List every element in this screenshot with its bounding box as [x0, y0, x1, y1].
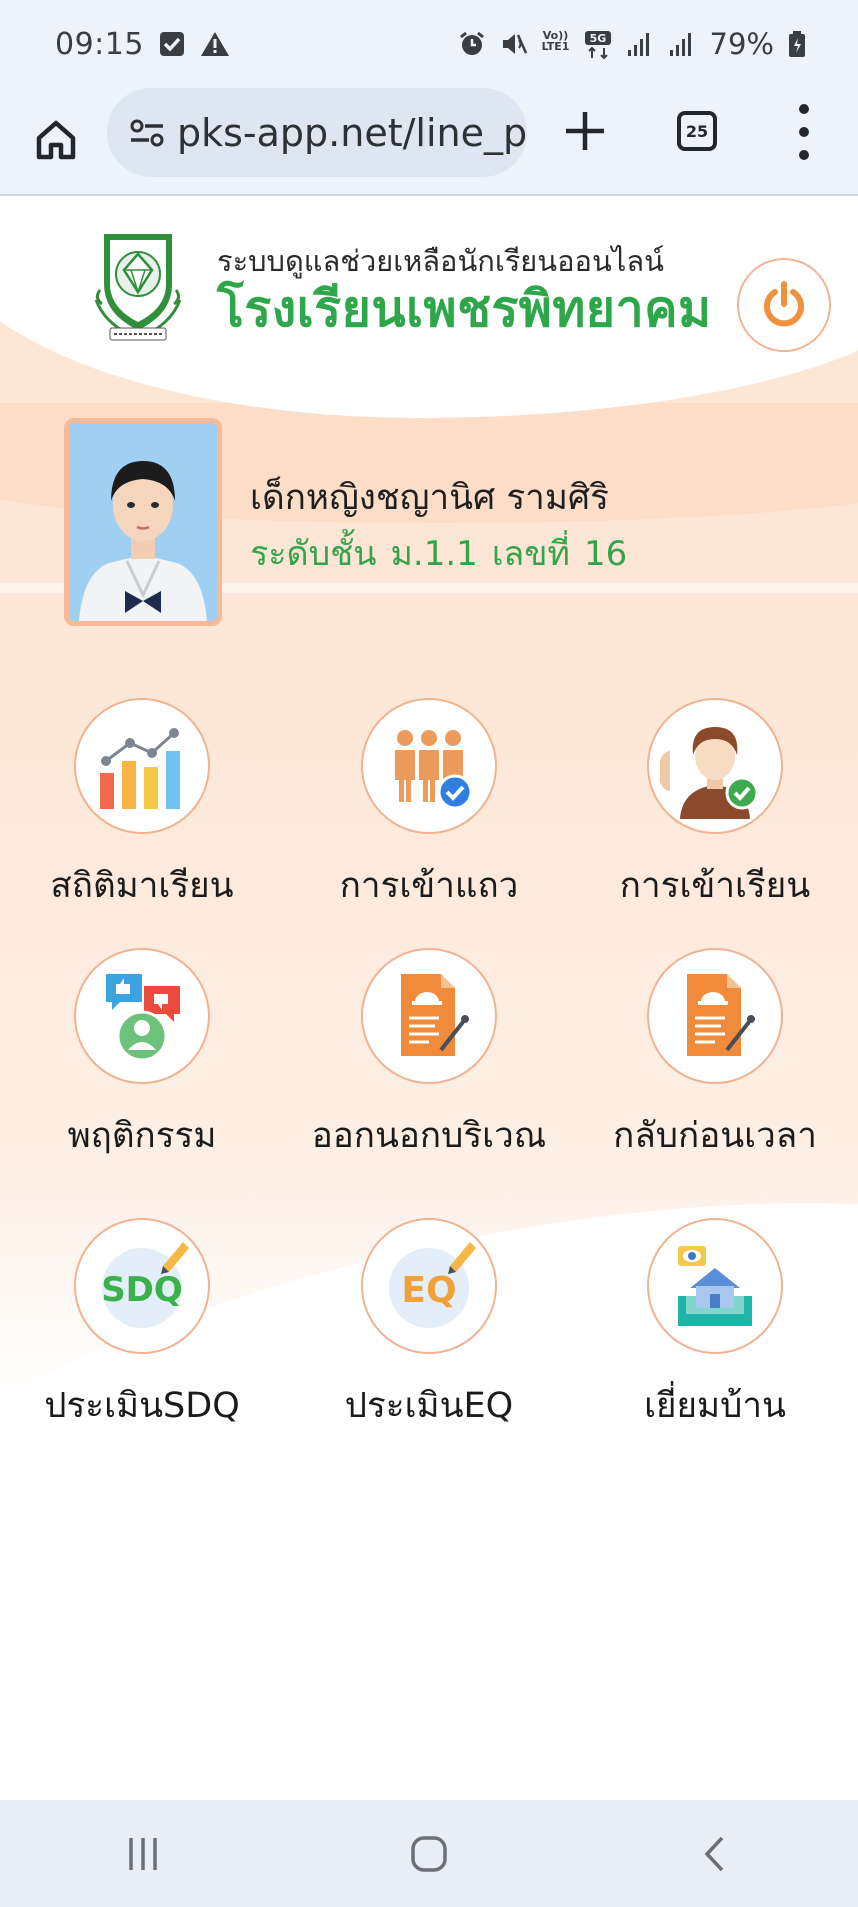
site-settings-icon[interactable]	[129, 118, 165, 148]
menu-sdq-assessment[interactable]: SDQ ประเมินSDQ	[2, 1218, 282, 1438]
url-text[interactable]: pks-app.net/line_p	[177, 111, 527, 155]
signal-icon-2	[668, 30, 696, 58]
attendance-icon	[660, 727, 759, 819]
school-name: โรงเรียนเพชรพิทยาคม	[217, 280, 712, 338]
sdq-icon-text: SDQ	[101, 1270, 183, 1310]
menu-label: ประเมินSDQ	[44, 1386, 240, 1426]
student-photo	[64, 418, 222, 626]
student-class-info: ระดับชั้น ม.1.1 เลขที่ 16	[250, 526, 627, 580]
url-bar[interactable]: pks-app.net/line_p	[107, 88, 527, 177]
background-swoosh	[0, 1099, 858, 1800]
battery-percent: 79%	[709, 27, 774, 61]
status-time: 09:15	[55, 26, 144, 62]
class-label: ระดับชั้น	[250, 534, 377, 574]
chart-icon	[100, 728, 180, 809]
warning-icon	[200, 30, 229, 58]
home-circle-icon	[411, 1835, 447, 1872]
status-bar: 09:15 Vo)) LTE1 5G 79%	[0, 0, 858, 88]
menu-eq-assessment-circle[interactable]: EQ	[361, 1218, 497, 1354]
behavior-icon	[106, 974, 180, 1062]
logout-button[interactable]	[737, 258, 831, 352]
alarm-icon	[458, 30, 486, 58]
back-icon	[704, 1836, 724, 1871]
browser-toolbar: pks-app.net/line_p 25	[0, 88, 858, 196]
home-nav-button[interactable]	[399, 1824, 459, 1884]
new-tab-button[interactable]	[560, 106, 610, 156]
menu-leave-campus-circle[interactable]	[361, 948, 497, 1084]
menu-label: พฤติกรรม	[67, 1116, 217, 1156]
mute-icon	[500, 30, 528, 58]
power-icon	[764, 281, 804, 327]
menu-label: ประเมินEQ	[344, 1386, 514, 1426]
menu-line-up-circle[interactable]	[361, 698, 497, 834]
menu-attendance-stats-circle[interactable]	[74, 698, 210, 834]
volte-icon: Vo)) LTE1	[541, 29, 570, 53]
menu-home-visit-circle[interactable]	[647, 1218, 783, 1354]
menu-behavior-circle[interactable]	[74, 948, 210, 1084]
checkbox-notification-icon	[158, 30, 186, 58]
sdq-icon: SDQ	[101, 1242, 189, 1328]
menu-class-attendance-circle[interactable]	[647, 698, 783, 834]
menu-label: เยี่ยมบ้าน	[644, 1386, 786, 1426]
number-label: เลขที่	[491, 534, 570, 574]
menu-home-visit[interactable]: เยี่ยมบ้าน	[575, 1218, 855, 1438]
line-up-icon	[395, 730, 473, 810]
battery-charging-icon	[788, 30, 806, 58]
eq-icon: EQ	[389, 1242, 476, 1328]
home-icon	[36, 120, 76, 160]
menu-sdq-assessment-circle[interactable]: SDQ	[74, 1218, 210, 1354]
tab-switcher-button[interactable]: 25	[677, 111, 717, 151]
menu-label: การเข้าแถว	[339, 866, 519, 906]
recent-apps-icon	[129, 1837, 157, 1870]
back-nav-button[interactable]	[685, 1824, 745, 1884]
menu-leave-campus[interactable]: ออกนอกบริเวณ	[289, 948, 569, 1168]
svg-text:5G: 5G	[589, 32, 606, 45]
browser-menu-button[interactable]	[794, 104, 814, 160]
android-nav-bar	[0, 1800, 858, 1907]
leave-campus-icon	[401, 974, 469, 1056]
menu-label: สถิติมาเรียน	[50, 866, 234, 906]
student-name: เด็กหญิงชญานิศ รามศิริ	[250, 478, 609, 518]
menu-attendance-stats[interactable]: สถิติมาเรียน	[2, 698, 282, 918]
menu-eq-assessment[interactable]: EQ ประเมินEQ	[289, 1218, 569, 1438]
signal-icon-1	[626, 30, 654, 58]
menu-label: กลับก่อนเวลา	[613, 1116, 817, 1156]
network-5g-icon: 5G	[584, 30, 612, 60]
menu-line-up[interactable]: การเข้าแถว	[289, 698, 569, 918]
menu-class-attendance[interactable]: การเข้าเรียน	[575, 698, 855, 918]
plus-icon	[566, 112, 604, 150]
menu-early-leave-circle[interactable]	[647, 948, 783, 1084]
class-value: ม.1.1	[390, 534, 478, 574]
menu-label: ออกนอกบริเวณ	[311, 1116, 547, 1156]
number-value: 16	[583, 534, 628, 574]
school-logo	[90, 230, 186, 344]
early-leave-icon	[687, 974, 755, 1056]
menu-label: การเข้าเรียน	[619, 866, 811, 906]
menu-early-leave[interactable]: กลับก่อนเวลา	[575, 948, 855, 1168]
eq-icon-text: EQ	[401, 1270, 456, 1311]
recent-apps-button[interactable]	[113, 1824, 173, 1884]
app-page: ระบบดูแลช่วยเหลือนักเรียนออนไลน์ โรงเรีย…	[0, 198, 858, 1800]
browser-home-button[interactable]	[28, 112, 84, 168]
menu-behavior[interactable]: พฤติกรรม	[2, 948, 282, 1168]
home-visit-icon	[678, 1246, 752, 1326]
